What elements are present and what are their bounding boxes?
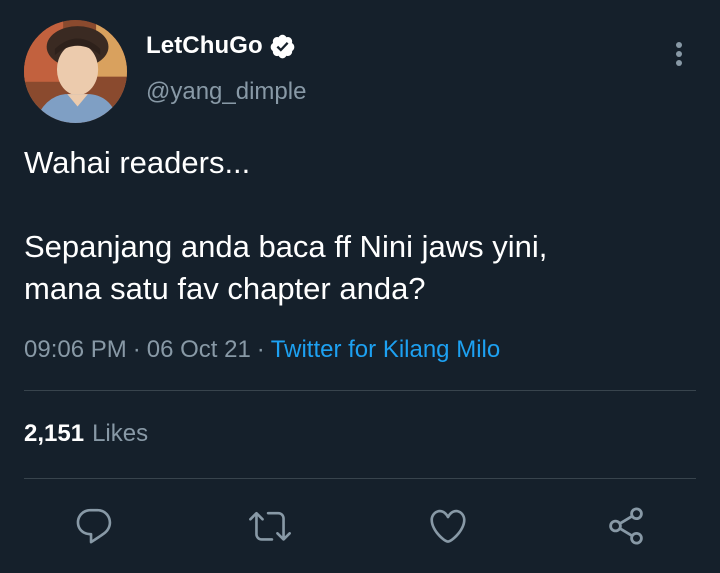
likes-count: 2,151: [24, 420, 85, 447]
likes-label: Likes: [92, 420, 149, 447]
reply-button[interactable]: [68, 500, 120, 552]
like-button[interactable]: [422, 500, 474, 552]
retweet-icon: [249, 511, 291, 541]
tweet-text-line: mana satu fav chapter anda?: [24, 271, 426, 306]
tweet-detail: LetChuGo @yang_dimple Wahai readers... S…: [0, 0, 720, 573]
likes-stat[interactable]: 2,151 Likes: [24, 420, 148, 448]
more-vertical-icon[interactable]: [669, 39, 689, 69]
verified-badge-icon: [269, 33, 296, 60]
tweet-metadata: 09:06 PM · 06 Oct 21 · Twitter for Kilang Mi…: [24, 336, 500, 364]
avatar[interactable]: [24, 20, 127, 123]
tweet-source-link[interactable]: Twitter for Kilang Milo: [271, 336, 500, 363]
avatar-image: [24, 20, 127, 123]
share-icon: [609, 507, 643, 545]
divider: [24, 478, 696, 479]
reply-icon: [76, 508, 112, 544]
tweet-text-blank-line: [24, 184, 704, 226]
heart-icon: [430, 509, 466, 543]
tweet-text-line: Wahai readers...: [24, 145, 251, 180]
display-name[interactable]: LetChuGo: [146, 32, 263, 60]
tweet-time[interactable]: 09:06 PM: [24, 336, 127, 363]
retweet-button[interactable]: [244, 500, 296, 552]
tweet-date[interactable]: 06 Oct 21: [147, 336, 251, 363]
action-bar: [0, 500, 720, 552]
author-handle[interactable]: @yang_dimple: [146, 78, 306, 106]
divider: [24, 390, 696, 391]
tweet-text-line: Sepanjang anda baca ff Nini jaws yini,: [24, 229, 548, 264]
meta-separator: ·: [256, 336, 265, 363]
meta-separator: ·: [132, 336, 141, 363]
tweet-text: Wahai readers... Sepanjang anda baca ff …: [24, 142, 704, 310]
share-button[interactable]: [600, 500, 652, 552]
author-name-row[interactable]: LetChuGo: [146, 32, 296, 60]
